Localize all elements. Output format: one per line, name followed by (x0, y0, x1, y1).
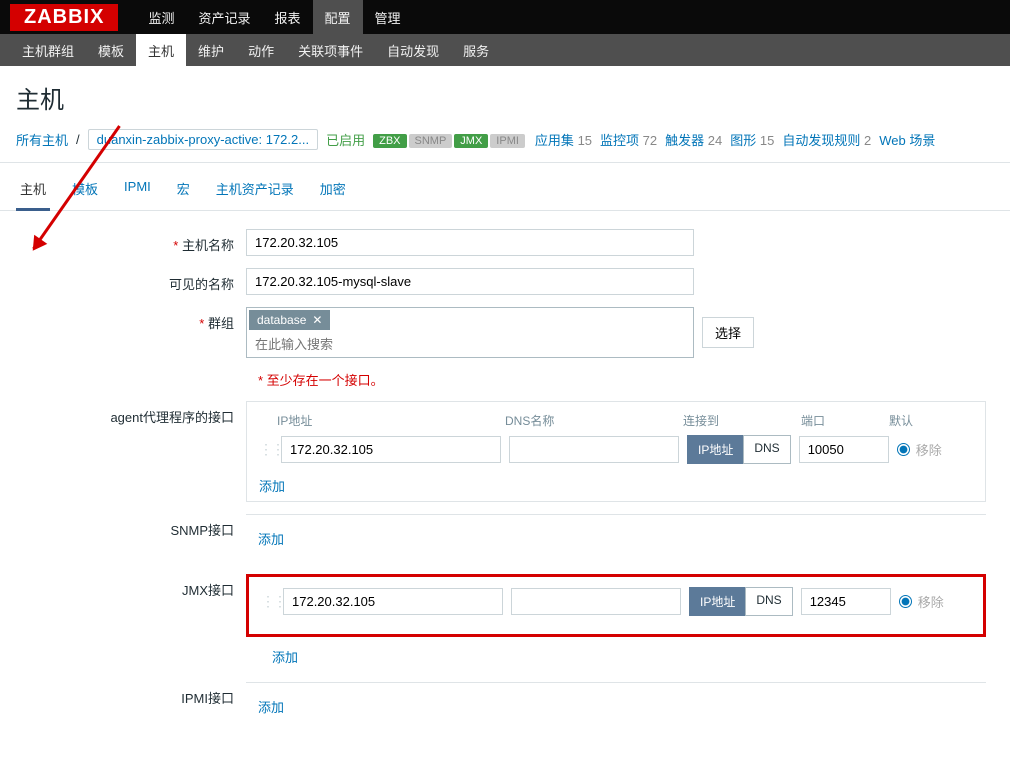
drag-handle-icon[interactable]: ⋮⋮ (261, 593, 275, 610)
agent-port-input[interactable] (799, 436, 889, 463)
agent-ip-input[interactable] (281, 436, 501, 463)
agent-default-radio[interactable] (897, 443, 910, 456)
jmx-port-input[interactable] (801, 588, 891, 615)
agent-add-link[interactable]: 添加 (259, 472, 285, 499)
status-enabled: 已启用 (326, 130, 365, 149)
logo[interactable]: ZABBIX (10, 4, 118, 31)
ipmi-label: IPMI接口 (16, 682, 246, 707)
jmx-interface-section: ⋮⋮ IP地址 DNS 移除 (246, 574, 986, 637)
nav-reports[interactable]: 报表 (262, 0, 312, 34)
nav-monitor[interactable]: 监测 (136, 0, 186, 34)
sub-nav: 主机群组 模板 主机 维护 动作 关联项事件 自动发现 服务 (10, 34, 501, 66)
drag-handle-icon[interactable]: ⋮⋮ (259, 441, 273, 458)
close-icon[interactable]: ✕ (312, 313, 322, 327)
bc-all-hosts[interactable]: 所有主机 (16, 130, 68, 149)
hostname-input[interactable] (246, 229, 694, 256)
jmx-default-radio[interactable] (899, 595, 912, 608)
ipmi-interface-section: 添加 (246, 682, 986, 730)
subnav-maintenance[interactable]: 维护 (186, 34, 236, 66)
toggle-ip[interactable]: IP地址 (689, 587, 745, 616)
agent-connect-toggle[interactable]: IP地址 DNS (687, 435, 791, 464)
tab-inventory[interactable]: 主机资产记录 (212, 171, 298, 210)
subnav-hosts[interactable]: 主机 (136, 34, 186, 66)
tabs: 主机 模板 IPMI 宏 主机资产记录 加密 (0, 171, 1010, 211)
jmx-label: JMX接口 (16, 574, 246, 599)
visible-input[interactable] (246, 268, 694, 295)
visible-label: 可见的名称 (16, 268, 246, 293)
agent-interface-section: IP地址 DNS名称 连接到 端口 默认 ⋮⋮ IP地址 DNS (246, 401, 986, 502)
subbar: 主机群组 模板 主机 维护 动作 关联项事件 自动发现 服务 (0, 34, 1010, 66)
iface-headers: IP地址 DNS名称 连接到 端口 默认 (259, 412, 973, 429)
tab-macros[interactable]: 宏 (173, 171, 194, 210)
subnav-correlation[interactable]: 关联项事件 (286, 34, 375, 66)
stat-items[interactable]: 监控项 72 (600, 130, 657, 149)
group-search-input[interactable] (247, 332, 677, 357)
jmx-connect-toggle[interactable]: IP地址 DNS (689, 587, 793, 616)
interface-note: * 至少存在一个接口。 (258, 370, 994, 389)
toggle-dns[interactable]: DNS (745, 587, 792, 616)
stat-apps[interactable]: 应用集 15 (535, 130, 592, 149)
tab-encryption[interactable]: 加密 (316, 171, 350, 210)
tab-host[interactable]: 主机 (16, 171, 50, 211)
badge-snmp: SNMP (409, 134, 453, 148)
groups-tagbox[interactable]: database ✕ (246, 307, 694, 358)
hostname-label: * 主机名称 (16, 229, 246, 254)
groups-label: * 群组 (16, 307, 246, 332)
snmp-interface-section: 添加 (246, 514, 986, 562)
topbar: ZABBIX 监测 资产记录 报表 配置 管理 (0, 0, 1010, 34)
badge-ipmi: IPMI (490, 134, 525, 148)
stat-discovery[interactable]: 自动发现规则 2 (782, 130, 871, 149)
stat-triggers[interactable]: 触发器 24 (665, 130, 722, 149)
group-tag[interactable]: database ✕ (249, 310, 330, 330)
agent-remove-link: 移除 (916, 440, 942, 459)
nav-admin[interactable]: 管理 (363, 0, 413, 34)
breadcrumb: 所有主机 / duanxin-zabbix-proxy-active: 172.… (0, 125, 1010, 163)
select-button[interactable]: 选择 (702, 317, 754, 348)
nav-config[interactable]: 配置 (313, 0, 363, 34)
jmx-dns-input[interactable] (511, 588, 681, 615)
tab-ipmi[interactable]: IPMI (120, 171, 155, 210)
stat-graphs[interactable]: 图形 15 (730, 130, 774, 149)
badge-jmx: JMX (454, 134, 488, 148)
tab-templates[interactable]: 模板 (68, 171, 102, 210)
subnav-services[interactable]: 服务 (451, 34, 501, 66)
jmx-ip-input[interactable] (283, 588, 503, 615)
jmx-iface-row: ⋮⋮ IP地址 DNS 移除 (261, 587, 971, 616)
snmp-add-link[interactable]: 添加 (258, 525, 284, 552)
subnav-discovery[interactable]: 自动发现 (375, 34, 451, 66)
stat-web[interactable]: Web 场景 (879, 130, 935, 149)
top-nav: 监测 资产记录 报表 配置 管理 (136, 0, 412, 34)
badges: ZBXSNMPJMXIPMI (373, 132, 527, 148)
ipmi-add-link[interactable]: 添加 (258, 693, 284, 720)
agent-dns-input[interactable] (509, 436, 679, 463)
toggle-ip[interactable]: IP地址 (687, 435, 743, 464)
page-title: 主机 (0, 66, 1010, 125)
form-area: * 主机名称 可见的名称 * 群组 database ✕ 选择 * 至少存在一个… (0, 211, 1010, 762)
subnav-actions[interactable]: 动作 (236, 34, 286, 66)
toggle-dns[interactable]: DNS (743, 435, 790, 464)
subnav-templates[interactable]: 模板 (86, 34, 136, 66)
jmx-add-link[interactable]: 添加 (272, 643, 298, 670)
nav-inventory[interactable]: 资产记录 (186, 0, 262, 34)
agent-iface-row: ⋮⋮ IP地址 DNS 移除 (259, 435, 973, 464)
agent-label: agent代理程序的接口 (16, 401, 246, 426)
subnav-hostgroups[interactable]: 主机群组 (10, 34, 86, 66)
bc-host-link[interactable]: duanxin-zabbix-proxy-active: 172.2... (88, 129, 318, 150)
jmx-remove-link: 移除 (918, 592, 944, 611)
badge-zbx: ZBX (373, 134, 406, 148)
snmp-label: SNMP接口 (16, 514, 246, 539)
